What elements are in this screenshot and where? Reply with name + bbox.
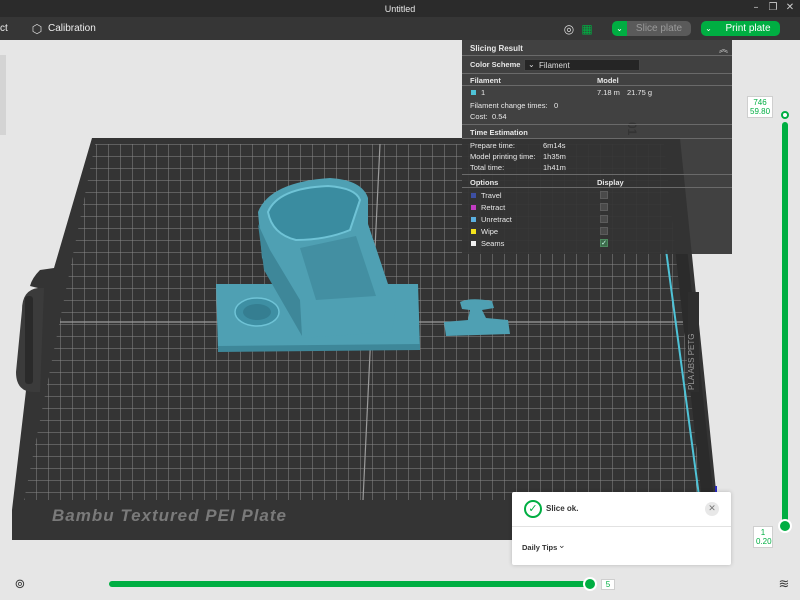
seams-checkbox[interactable]: ✓ [600,239,608,247]
prepare-time-label: Prepare time: [470,141,516,150]
options-header: Options [470,178,499,187]
filament-length: 7.18 m [597,88,620,97]
color-scheme-value: Filament [539,61,570,70]
app-window: Untitled – ❐ ✕ ct ⬡ Calibration ◎ ▦ ⌄ Sl… [0,0,800,600]
color-scheme-label: Color Scheme [470,60,521,69]
notification-message: Slice ok. [546,504,579,513]
plate-side-label: PLA ABS PETG [687,334,696,390]
slicing-result-panel: Slicing Result ︽ Color Scheme ⌄ Filament… [462,40,732,254]
display-header: Display [597,178,624,187]
move-slider-value: 5 [601,579,615,590]
chevron-down-icon: ⌄ [528,60,535,69]
expand-tips-icon[interactable]: ⌄ [558,541,566,551]
option-travel-label: Travel [481,191,502,200]
seams-swatch [471,241,476,246]
close-icon[interactable]: ✕ [784,2,796,14]
layer-slider-top-handle[interactable] [781,111,789,119]
color-scheme-select[interactable]: ⌄ Filament [524,59,640,71]
filament-header: Filament [470,76,501,85]
change-times-label: Filament change times: [470,101,548,110]
slice-notification: ✓ Slice ok. ✕ Daily Tips ⌄ [512,492,731,565]
top-layer-number: 746 [753,98,767,107]
daily-tips-label[interactable]: Daily Tips [522,543,557,552]
top-layer-height: 59.80 [750,107,771,116]
model-time-label: Model printing time: [470,152,536,161]
model-header: Model [597,76,619,85]
layers-icon[interactable]: ≋ [776,577,792,593]
unretract-swatch [471,217,476,222]
travel-checkbox[interactable] [600,191,608,199]
model-time-value: 1h35m [543,152,566,161]
move-slider-handle[interactable] [583,577,597,591]
cost-label: Cost: [470,112,488,121]
move-slider-track[interactable] [109,581,596,587]
total-time-value: 1h41m [543,163,566,172]
unretract-checkbox[interactable] [600,215,608,223]
layer-slider-track[interactable] [782,122,788,526]
option-unretract-label: Unretract [481,215,512,224]
cost-value: 0.54 [492,112,507,121]
calibration-icon: ⬡ [31,22,43,36]
print-plate-button[interactable]: Print plate [716,21,780,36]
collapse-icon[interactable]: ︽ [719,42,728,55]
preview-icon[interactable]: ▦ [580,22,594,36]
window-title: Untitled [384,4,416,14]
restore-icon[interactable]: ❐ [767,2,779,14]
layer-slider-bottom-label: 1 0.20 [753,526,773,548]
minimize-icon[interactable]: – [750,2,762,14]
close-notification-icon[interactable]: ✕ [705,502,719,516]
option-seams-label: Seams [481,239,505,248]
bottom-layer-height: 0.20 [756,537,772,546]
change-times-value: 0 [554,101,559,110]
time-estimation-header: Time Estimation [470,128,528,137]
filament-color-swatch [471,90,476,95]
plate-name-label: Bambu Textured PEI Plate [52,506,287,525]
layer-slider-top-label: 746 59.80 [747,96,773,118]
slice-view-icon[interactable]: ◎ [562,22,576,36]
top-toolbar: ct ⬡ Calibration ◎ ▦ ⌄ Slice plate ⌄ Pri… [0,17,800,40]
wipe-swatch [471,229,476,234]
wipe-checkbox[interactable] [600,227,608,235]
prepare-time-value: 6m14s [543,141,566,150]
title-bar: Untitled – ❐ ✕ [0,0,800,17]
total-time-label: Total time: [470,163,505,172]
slicing-result-title: Slicing Result [470,44,523,53]
option-wipe-label: Wipe [481,227,499,236]
reset-view-icon[interactable]: ⊚ [12,577,28,593]
layer-slider-bottom-handle[interactable] [778,519,792,533]
project-tab[interactable]: ct [0,23,8,34]
calibration-tab[interactable]: Calibration [48,23,96,34]
check-icon: ✓ [524,500,542,518]
print-dropdown-button[interactable]: ⌄ [701,21,716,36]
retract-swatch [471,205,476,210]
filament-id: 1 [481,88,486,97]
retract-checkbox[interactable] [600,203,608,211]
plate-handle-slot [25,296,33,384]
slice-plate-button[interactable]: Slice plate [627,21,691,36]
left-edge-strip [0,55,6,135]
option-retract-label: Retract [481,203,506,212]
filament-weight: 21.75 g [627,88,653,97]
bottom-layer-number: 1 [760,528,766,537]
travel-swatch [471,193,476,198]
slice-dropdown-button[interactable]: ⌄ [612,21,627,36]
